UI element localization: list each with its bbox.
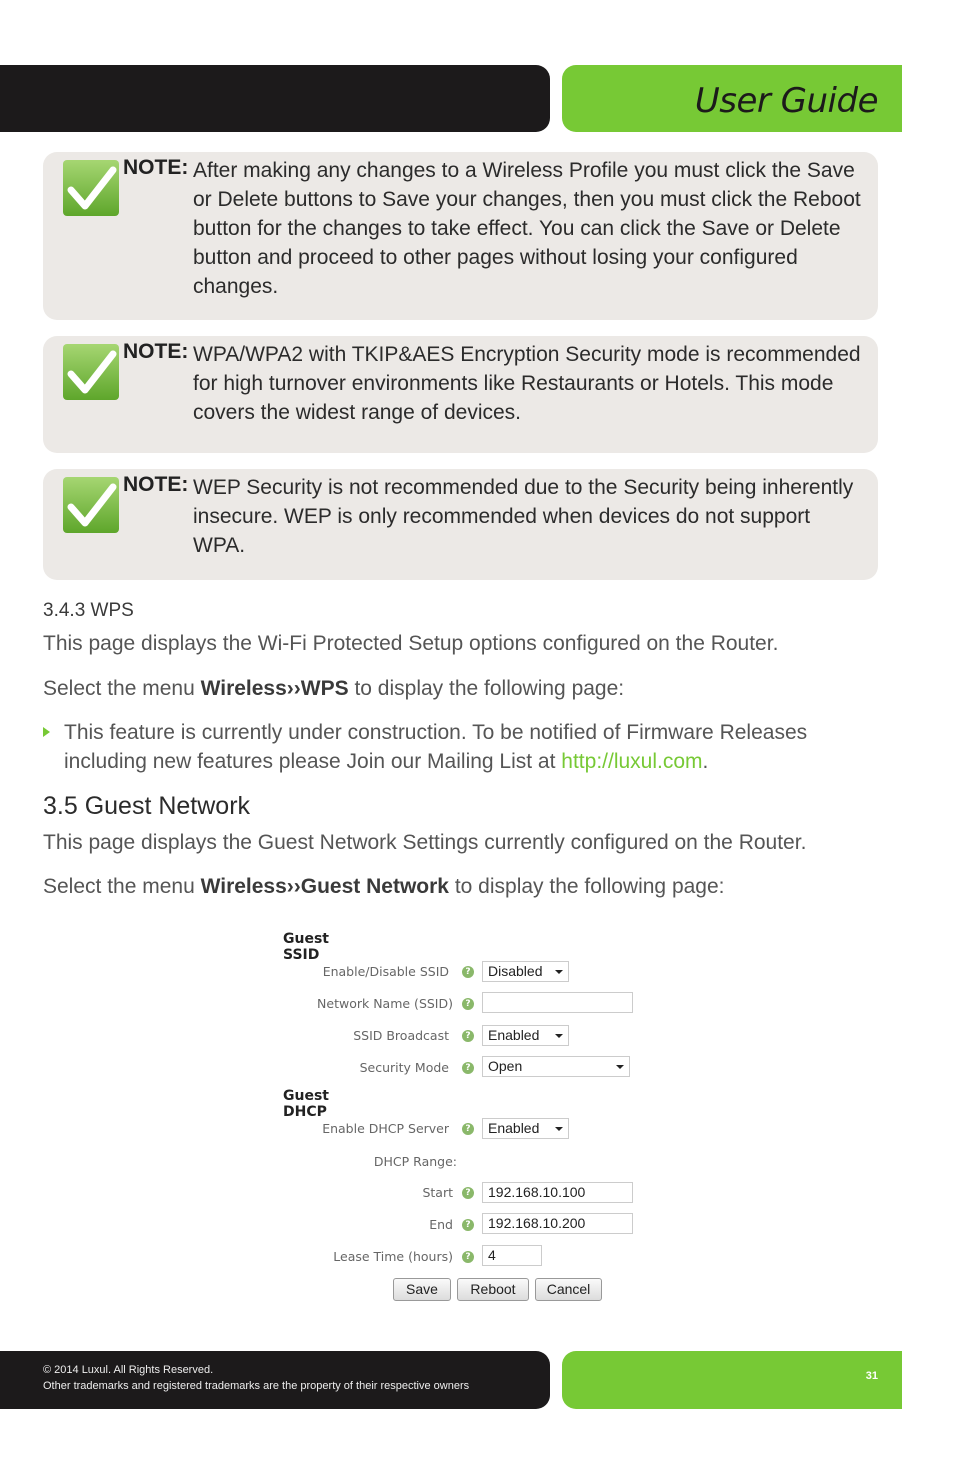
wps-description: This page displays the Wi-Fi Protected S… — [43, 632, 779, 655]
instruction-text: to display the following page: — [448, 875, 725, 898]
dhcp-range-label: DHCP Range: — [373, 1154, 457, 1169]
guest-select-instruction: Select the menu Wireless››Guest Network … — [43, 872, 903, 901]
instruction-text: Select the menu — [43, 875, 201, 898]
bullet-icon — [43, 727, 50, 737]
save-button[interactable]: Save — [393, 1278, 451, 1301]
lease-time-input[interactable]: 4 — [482, 1245, 542, 1266]
header-title: User Guide — [694, 81, 879, 121]
header-black-bar — [0, 65, 550, 132]
help-icon[interactable]: ? — [462, 1062, 474, 1074]
note-text: WPA/WPA2 with TKIP&AES Encryption Securi… — [193, 343, 861, 424]
note-label: NOTE: — [123, 473, 189, 496]
help-icon[interactable]: ? — [462, 998, 474, 1010]
dhcp-server-select[interactable]: Enabled — [482, 1118, 569, 1139]
note-box-3: NOTE: WEP Security is not recommended du… — [43, 469, 878, 580]
chevron-down-icon — [555, 1127, 563, 1131]
ssid-broadcast-label: SSID Broadcast — [353, 1028, 449, 1043]
select-value: Disabled — [488, 963, 543, 979]
note-label: NOTE: — [123, 156, 189, 179]
guest-description: This page displays the Guest Network Set… — [43, 831, 807, 854]
wps-heading: 3.4.3 WPS — [43, 600, 134, 621]
security-mode-select[interactable]: Open — [482, 1056, 630, 1077]
dhcp-server-label: Enable DHCP Server — [322, 1121, 449, 1136]
note-text: WEP Security is not recommended due to t… — [193, 476, 854, 557]
lease-time-label: Lease Time (hours) — [333, 1249, 453, 1264]
bullet-end: . — [702, 750, 709, 773]
footer-green-bar: 31 — [562, 1351, 902, 1409]
wps-select-instruction: Select the menu Wireless››WPS to display… — [43, 674, 903, 703]
chevron-down-icon — [616, 1065, 624, 1069]
select-value: Enabled — [488, 1027, 540, 1043]
enable-ssid-select[interactable]: Disabled — [482, 961, 569, 982]
help-icon[interactable]: ? — [462, 1187, 474, 1199]
guest-dhcp-section: Guest DHCP — [283, 1088, 329, 1120]
ssid-broadcast-select[interactable]: Enabled — [482, 1025, 569, 1046]
copyright-text: © 2014 Luxul. All Rights Reserved. — [43, 1364, 214, 1376]
reboot-button[interactable]: Reboot — [457, 1278, 529, 1301]
header-green-bar: User Guide — [562, 65, 902, 132]
end-label: End — [429, 1217, 453, 1232]
select-value: Enabled — [488, 1120, 540, 1136]
help-icon[interactable]: ? — [462, 1251, 474, 1263]
security-mode-label: Security Mode — [359, 1060, 449, 1075]
note-label: NOTE: — [123, 340, 189, 363]
page-number: 31 — [865, 1370, 878, 1382]
enable-ssid-label: Enable/Disable SSID — [322, 964, 449, 979]
note-box-1: NOTE: After making any changes to a Wire… — [43, 152, 878, 320]
chevron-down-icon — [555, 1034, 563, 1038]
network-name-input[interactable] — [482, 992, 633, 1013]
select-value: Open — [488, 1058, 523, 1074]
menu-path: Wireless››Guest Network — [200, 875, 449, 898]
help-icon[interactable]: ? — [462, 1123, 474, 1135]
help-icon[interactable]: ? — [462, 966, 474, 978]
guest-ssid-section: Guest SSID — [283, 931, 329, 963]
start-label: Start — [422, 1185, 453, 1200]
instruction-text: Select the menu — [43, 677, 201, 700]
network-name-label: Network Name (SSID) — [317, 996, 453, 1011]
start-ip-input[interactable]: 192.168.10.100 — [482, 1182, 633, 1203]
help-icon[interactable]: ? — [462, 1219, 474, 1231]
guest-network-heading: 3.5 Guest Network — [43, 792, 251, 820]
checkmark-icon — [63, 344, 119, 400]
note-box-2: NOTE: WPA/WPA2 with TKIP&AES Encryption … — [43, 336, 878, 453]
end-ip-input[interactable]: 192.168.10.200 — [482, 1213, 633, 1234]
help-icon[interactable]: ? — [462, 1030, 474, 1042]
checkmark-icon — [63, 477, 119, 533]
chevron-down-icon — [555, 970, 563, 974]
checkmark-icon — [63, 160, 119, 216]
cancel-button[interactable]: Cancel — [535, 1278, 602, 1301]
footer-black-bar: © 2014 Luxul. All Rights Reserved. Other… — [0, 1351, 550, 1409]
instruction-text: to display the following page: — [348, 677, 625, 700]
luxul-link[interactable]: http://luxul.com — [561, 750, 702, 773]
menu-path: Wireless››WPS — [200, 677, 349, 700]
note-text: After making any changes to a Wireless P… — [193, 159, 861, 298]
trademarks-text: Other trademarks and registered trademar… — [43, 1380, 470, 1392]
